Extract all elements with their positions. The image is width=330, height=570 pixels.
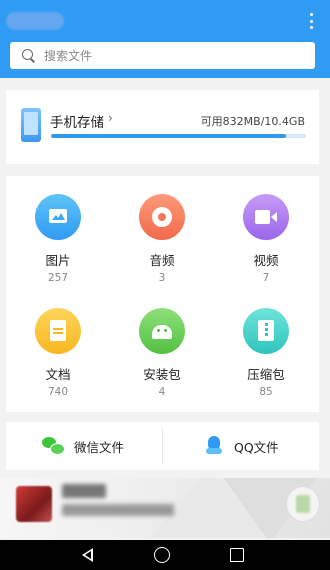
qq-icon [206, 436, 222, 456]
search-bar[interactable] [10, 42, 315, 69]
back-icon[interactable] [82, 548, 93, 562]
wechat-icon [42, 437, 65, 455]
qq-files-label: QQ文件 [234, 439, 279, 455]
storage-title: 手机存储 [50, 115, 104, 131]
category-apk[interactable]: 安装包 4 [127, 308, 197, 398]
qq-files-button[interactable]: QQ文件 [206, 422, 279, 470]
category-count: 7 [262, 272, 270, 284]
app-title [6, 12, 64, 30]
category-documents[interactable]: 文档 740 [23, 308, 93, 398]
wechat-files-label: 微信文件 [74, 439, 125, 455]
chevron-right-icon: › [108, 111, 113, 125]
category-label: 压缩包 [247, 367, 285, 382]
search-input[interactable] [44, 48, 294, 63]
category-label: 音频 [149, 253, 175, 268]
storage-free-text: 可用832MB/10.4GB [200, 115, 305, 128]
category-label: 安装包 [143, 367, 181, 382]
category-count: 257 [47, 272, 69, 284]
category-video[interactable]: 视频 7 [231, 194, 301, 284]
banner-title [62, 484, 106, 498]
category-label: 图片 [45, 253, 71, 268]
file-category-grid: 图片 257 音频 3 视频 7 文档 740 安装包 4 压缩包 85 [6, 176, 319, 412]
apk-icon [139, 308, 185, 354]
zip-icon [243, 308, 289, 354]
system-navigation-bar [0, 540, 330, 570]
promo-banner[interactable] [0, 478, 330, 538]
document-icon [35, 308, 81, 354]
category-audio[interactable]: 音频 3 [127, 194, 197, 284]
category-archives[interactable]: 压缩包 85 [231, 308, 301, 398]
recent-apps-icon[interactable] [230, 548, 244, 562]
wechat-files-button[interactable]: 微信文件 [42, 422, 124, 470]
category-count: 740 [47, 386, 69, 398]
search-icon [22, 48, 36, 63]
category-images[interactable]: 图片 257 [23, 194, 93, 284]
category-count: 4 [158, 386, 166, 398]
image-icon [35, 194, 81, 240]
banner-subtitle [62, 504, 174, 516]
category-count: 3 [158, 272, 166, 284]
banner-app-icon[interactable] [286, 486, 320, 522]
more-vertical-icon[interactable] [306, 10, 316, 32]
audio-icon [139, 194, 185, 240]
storage-progress-bar [51, 134, 306, 138]
storage-progress-fill [51, 134, 286, 138]
category-label: 文档 [45, 367, 71, 382]
video-icon [243, 194, 289, 240]
phone-icon [21, 108, 41, 142]
home-icon[interactable] [154, 547, 170, 563]
phone-storage-card[interactable]: 手机存储 › 可用832MB/10.4GB [6, 90, 319, 164]
category-label: 视频 [253, 253, 279, 268]
top-app-bar [0, 0, 330, 78]
source-shortcuts: 微信文件 QQ文件 [6, 422, 319, 470]
divider [162, 428, 163, 464]
app-thumbnail [16, 486, 52, 522]
category-count: 85 [259, 386, 273, 398]
